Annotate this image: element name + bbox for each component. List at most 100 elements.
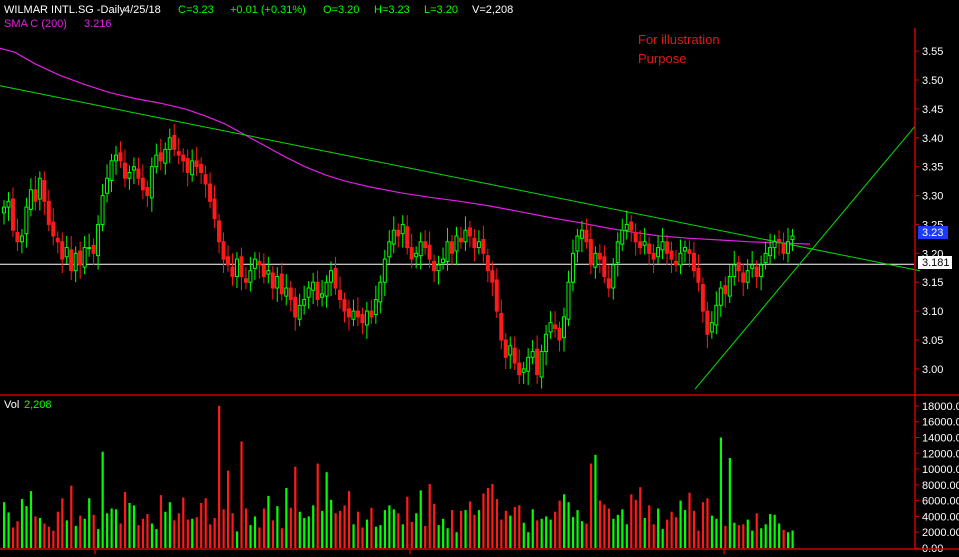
volume-bar: [446, 528, 449, 548]
price-tick-label: 3.05: [922, 335, 943, 347]
candle-body: [118, 152, 123, 162]
volume-bar: [442, 518, 445, 548]
volume-bar: [589, 463, 593, 548]
candle-body: [579, 229, 584, 239]
volume-bar: [598, 500, 602, 548]
candle-body: [570, 252, 575, 283]
volume-bar: [666, 519, 669, 548]
candle-body: [723, 285, 728, 295]
volume-bar: [47, 526, 50, 548]
candle-body: [629, 221, 634, 231]
candle-body: [199, 163, 204, 173]
volume-tick-label: 14000.00: [922, 432, 959, 444]
volume-bar: [531, 509, 534, 548]
candle-body: [423, 241, 428, 249]
candle-body: [324, 281, 329, 297]
candle-body: [37, 177, 42, 200]
candle-body: [284, 287, 289, 297]
volume-bar: [410, 521, 413, 548]
candle-body: [64, 247, 69, 258]
candle-body: [302, 299, 307, 306]
volume-bar: [38, 518, 42, 548]
candle-body: [584, 229, 589, 243]
stock-chart[interactable]: 3.553.503.453.403.353.303.253.203.153.10…: [0, 0, 959, 557]
rising-trendline: [694, 125, 916, 390]
candle-body: [391, 229, 396, 245]
volume-bar: [603, 504, 606, 548]
volume-bar: [751, 530, 754, 548]
price-tick-label: 3.30: [922, 191, 943, 203]
candle-body: [96, 223, 101, 257]
candle-body: [230, 266, 235, 277]
candle-body: [261, 264, 266, 277]
volume-bar: [397, 513, 400, 548]
volume-bar: [549, 519, 552, 548]
volume-bar: [692, 510, 696, 548]
volume-bar: [782, 529, 785, 548]
volume-bar: [778, 523, 781, 548]
candle-body: [154, 154, 159, 168]
volume-bar: [65, 520, 68, 548]
volume-bar: [271, 520, 274, 548]
volume-bar: [625, 524, 628, 548]
volume-bar: [558, 500, 561, 548]
volume-bar: [383, 510, 386, 548]
candle-body: [293, 296, 298, 318]
candle-body: [521, 368, 526, 373]
volume-bar: [159, 495, 162, 548]
candle-body: [768, 247, 773, 257]
candle-body: [602, 256, 607, 277]
volume-bar: [415, 513, 418, 548]
candle-body: [485, 255, 490, 272]
candle-body: [176, 151, 181, 156]
volume-bar: [330, 499, 333, 548]
volume-bar: [464, 510, 467, 548]
volume-bars: [3, 405, 794, 548]
volume-bar: [298, 511, 301, 548]
candle-body: [678, 252, 683, 266]
candle-body: [660, 241, 665, 251]
candle-body: [82, 247, 87, 268]
volume-value: 2,208: [24, 399, 52, 411]
candle-body: [687, 249, 692, 254]
illustration-note: For illustration Purpose: [638, 30, 720, 68]
volume-bar: [325, 472, 328, 548]
candle-body: [190, 160, 195, 176]
volume-bar: [253, 516, 257, 548]
volume-bar: [607, 508, 610, 548]
volume-bar: [231, 513, 234, 548]
candle-body: [593, 252, 598, 268]
volume-bar: [168, 502, 171, 548]
candle-body: [503, 339, 508, 358]
candle-body: [732, 264, 737, 277]
volume-bar: [204, 498, 207, 548]
volume-bar: [733, 522, 736, 548]
candle-body: [288, 287, 293, 301]
candle-body: [432, 260, 437, 272]
candle-body: [463, 229, 468, 243]
price-tick-label: 3.00: [922, 364, 943, 376]
candle-body: [24, 206, 29, 235]
candle-body: [212, 198, 217, 220]
high-value: H=3.23: [374, 4, 410, 16]
candle-body: [705, 310, 710, 335]
volume-bar: [424, 525, 427, 548]
volume-bar: [401, 524, 404, 548]
candle-body: [409, 247, 414, 260]
candle-body: [553, 324, 558, 329]
volume-bar: [222, 509, 225, 548]
candle-body: [575, 235, 580, 252]
volume-tick-label: 18000.00: [922, 401, 959, 413]
volume-bar: [262, 508, 266, 548]
candle-body: [46, 200, 51, 225]
candle-body: [718, 287, 723, 306]
volume-bar: [477, 510, 481, 548]
volume-bar: [567, 502, 570, 548]
candle-body: [60, 241, 65, 260]
volume-bar: [706, 498, 709, 548]
change-value: +0.01 (+0.31%): [230, 4, 306, 16]
volume-bar: [437, 525, 440, 548]
candle-body: [172, 134, 177, 150]
candle-body: [239, 256, 244, 277]
candle-body: [669, 250, 674, 260]
